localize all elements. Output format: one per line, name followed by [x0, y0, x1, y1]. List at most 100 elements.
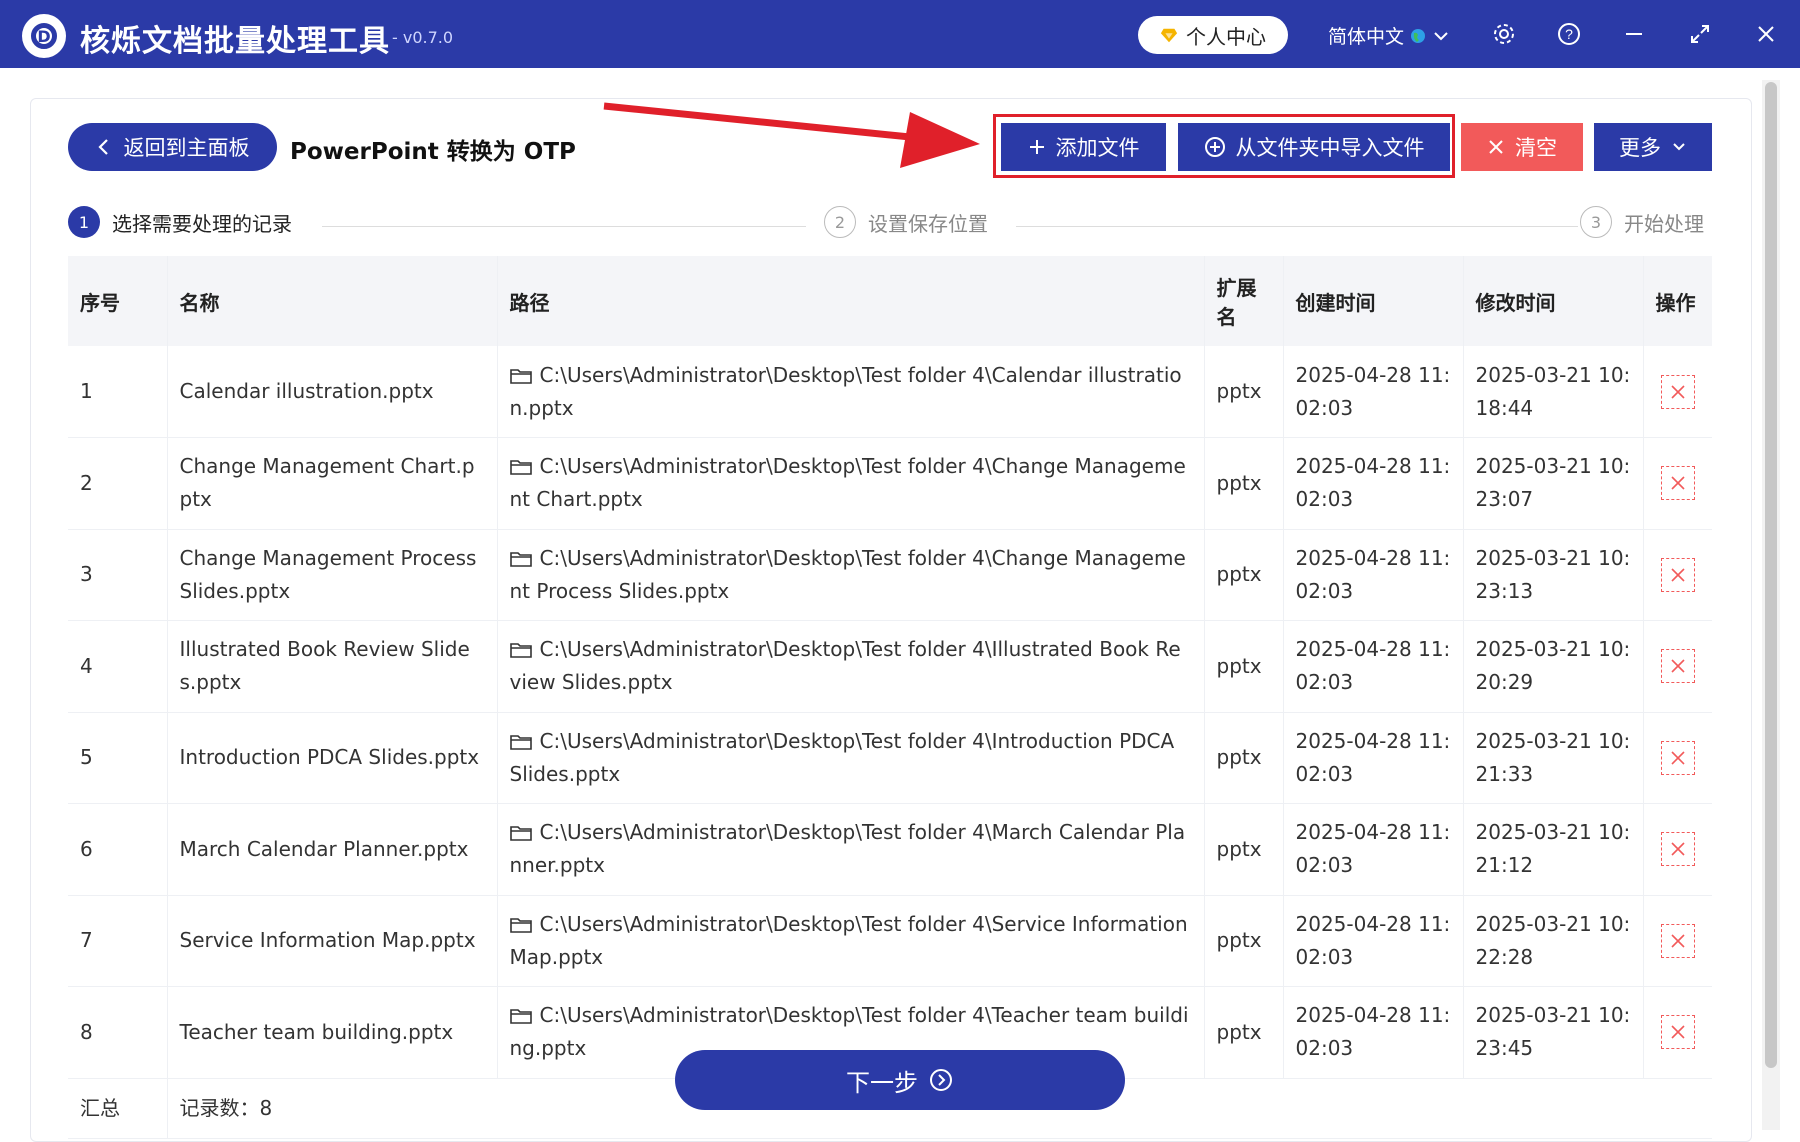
- globe-icon: [1411, 28, 1426, 43]
- row-index: 1: [68, 346, 168, 438]
- scrollbar-thumb[interactable]: [1765, 82, 1777, 1068]
- folder-icon: [509, 734, 532, 750]
- table-row[interactable]: 4 Illustrated Book Review Slides.pptx C:\U…: [68, 620, 1712, 712]
- row-modified: 2025-03-21 10:23:13: [1463, 529, 1644, 621]
- row-path: C:\Users\Administrator\Desktop\Test fold…: [497, 895, 1205, 987]
- title-bar: D 核烁文档批量处理工具 - v0.7.0 个人中心 简体中文 ?: [0, 0, 1800, 68]
- table-row[interactable]: 3 Change Management Process Slides.pptx C:…: [68, 529, 1712, 621]
- delete-row-button[interactable]: [1660, 740, 1695, 775]
- folder-icon: [509, 551, 532, 567]
- user-center-button[interactable]: 个人中心: [1138, 16, 1288, 54]
- row-modified: 2025-03-21 10:20:29: [1463, 620, 1644, 712]
- next-step-label: 下一步: [846, 1068, 918, 1097]
- chevron-left-icon: [97, 139, 108, 155]
- header-index: 序号: [68, 256, 168, 346]
- chevron-down-icon: [1434, 31, 1448, 40]
- app-title: 核烁文档批量处理工具: [80, 24, 390, 59]
- row-path: C:\Users\Administrator\Desktop\Test fold…: [497, 620, 1205, 712]
- add-file-button[interactable]: 添加文件: [1001, 123, 1166, 171]
- next-step-button[interactable]: 下一步: [675, 1050, 1125, 1110]
- row-path: C:\Users\Administrator\Desktop\Test fold…: [497, 437, 1205, 529]
- plus-circle-icon: [1204, 137, 1225, 157]
- help-icon[interactable]: ?: [1555, 20, 1583, 48]
- table-header-row: 序号 名称 路径 扩展名 创建时间 修改时间 操作: [68, 256, 1712, 346]
- row-path-text: C:\Users\Administrator\Desktop\Test fold…: [509, 362, 1182, 420]
- step-divider: [322, 226, 806, 227]
- delete-row-button[interactable]: [1660, 374, 1695, 409]
- row-modified: 2025-03-21 10:18:44: [1463, 346, 1644, 438]
- row-path-text: C:\Users\Administrator\Desktop\Test fold…: [509, 728, 1175, 786]
- folder-icon: [509, 460, 532, 476]
- clear-button[interactable]: 清空: [1461, 123, 1583, 171]
- app-logo: D: [22, 14, 66, 58]
- row-modified: 2025-03-21 10:23:07: [1463, 437, 1644, 529]
- row-created: 2025-04-28 11:02:03: [1283, 529, 1464, 621]
- row-name: Change Management Chart.pptx: [167, 437, 498, 529]
- user-center-label: 个人中心: [1186, 24, 1266, 49]
- delete-row-button[interactable]: [1660, 649, 1695, 684]
- folder-icon: [509, 826, 532, 842]
- row-actions: [1643, 529, 1712, 621]
- row-name: Illustrated Book Review Slides.pptx: [167, 620, 498, 712]
- back-to-main-button[interactable]: 返回到主面板: [68, 123, 277, 171]
- row-created: 2025-04-28 11:02:03: [1283, 346, 1464, 438]
- delete-x-icon: [1671, 842, 1685, 856]
- header-extension: 扩展名: [1204, 256, 1284, 346]
- delete-x-icon: [1671, 476, 1685, 490]
- delete-row-button[interactable]: [1660, 557, 1695, 592]
- language-selector[interactable]: 简体中文: [1328, 22, 1450, 49]
- table-row[interactable]: 7 Service Information Map.pptx C:\Users\Ad…: [68, 895, 1712, 987]
- header-modified: 修改时间: [1463, 256, 1644, 346]
- more-button[interactable]: 更多: [1594, 123, 1712, 171]
- more-label: 更多: [1619, 136, 1661, 160]
- annotation-arrow: [603, 102, 980, 168]
- row-index: 8: [68, 986, 168, 1078]
- row-index: 7: [68, 895, 168, 987]
- delete-row-button[interactable]: [1660, 923, 1695, 958]
- delete-x-icon: [1671, 751, 1685, 765]
- row-created: 2025-04-28 11:02:03: [1283, 803, 1464, 895]
- header-name: 名称: [167, 256, 498, 346]
- row-extension: pptx: [1204, 620, 1284, 712]
- plus-icon: [1029, 140, 1044, 154]
- row-name: Service Information Map.pptx: [167, 895, 498, 987]
- row-path-text: C:\Users\Administrator\Desktop\Test fold…: [509, 637, 1181, 695]
- settings-icon[interactable]: [1490, 20, 1518, 48]
- header-created: 创建时间: [1283, 256, 1464, 346]
- folder-icon: [509, 368, 532, 384]
- row-path-text: C:\Users\Administrator\Desktop\Test fold…: [509, 820, 1186, 878]
- row-actions: [1643, 987, 1712, 1079]
- step-2: 2 设置保存位置: [824, 206, 988, 238]
- step-3: 3 开始处理: [1580, 206, 1704, 238]
- close-icon[interactable]: [1752, 20, 1780, 48]
- table-row[interactable]: 2 Change Management Chart.pptx C:\Users\Ad…: [68, 437, 1712, 529]
- step-divider: [1016, 226, 1578, 227]
- maximize-icon[interactable]: [1686, 20, 1714, 48]
- table-row[interactable]: 1 Calendar illustration.pptx C:\Users\Admi…: [68, 346, 1712, 438]
- delete-row-button[interactable]: [1660, 832, 1695, 867]
- step-3-number: 3: [1580, 206, 1612, 238]
- row-extension: pptx: [1204, 895, 1284, 987]
- row-created: 2025-04-28 11:02:03: [1283, 986, 1464, 1078]
- row-created: 2025-04-28 11:02:03: [1283, 620, 1464, 712]
- clear-label: 清空: [1515, 136, 1557, 160]
- row-index: 4: [68, 620, 168, 712]
- header-path: 路径: [497, 256, 1205, 346]
- row-extension: pptx: [1204, 437, 1284, 529]
- row-extension: pptx: [1204, 529, 1284, 621]
- row-index: 5: [68, 712, 168, 804]
- table-row[interactable]: 5 Introduction PDCA Slides.pptx C:\Users\A…: [68, 712, 1712, 804]
- row-path: C:\Users\Administrator\Desktop\Test fold…: [497, 346, 1205, 438]
- delete-row-button[interactable]: [1660, 466, 1695, 501]
- diamond-icon: [1160, 28, 1178, 43]
- row-extension: pptx: [1204, 803, 1284, 895]
- row-name: Change Management Process Slides.pptx: [167, 529, 498, 621]
- import-folder-button[interactable]: 从文件夹中导入文件: [1178, 123, 1450, 171]
- row-created: 2025-04-28 11:02:03: [1283, 712, 1464, 804]
- minimize-icon[interactable]: [1620, 20, 1648, 48]
- delete-row-button[interactable]: [1660, 1015, 1695, 1050]
- table-row[interactable]: 6 March Calendar Planner.pptx C:\Users\Adm…: [68, 803, 1712, 895]
- row-path-text: C:\Users\Administrator\Desktop\Test fold…: [509, 911, 1188, 969]
- header-actions: 操作: [1655, 290, 1696, 315]
- row-index: 3: [68, 529, 168, 621]
